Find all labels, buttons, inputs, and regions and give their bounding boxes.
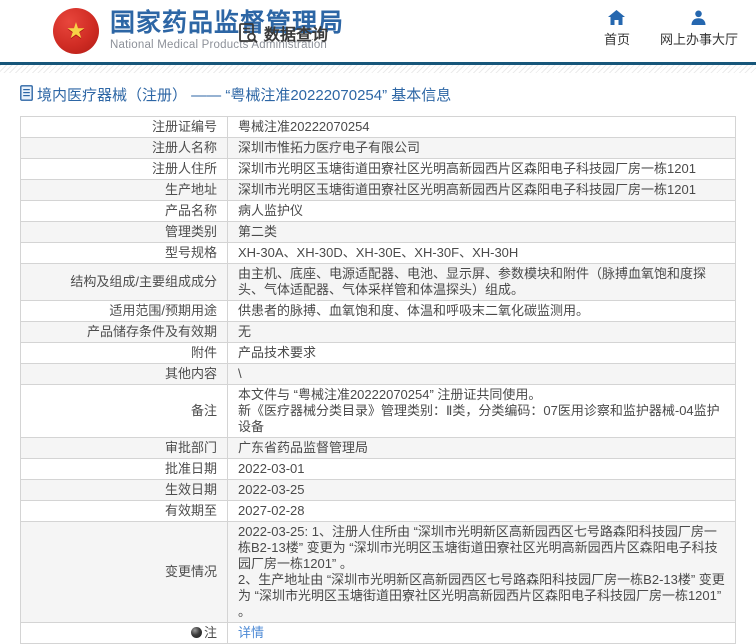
nav-online-hall-label: 网上办事大厅: [659, 32, 738, 47]
field-value: 产品技术要求: [227, 342, 736, 364]
breadcrumb-text: 境内医疗器械（注册） —— “粤械注准20222070254” 基本信息: [37, 87, 452, 104]
table-row: 生产地址 深圳市光明区玉塘街道田寮社区光明高新园西片区森阳电子科技园厂房一栋120…: [20, 179, 736, 201]
field-value: 无: [227, 321, 736, 343]
top-nav: 首页 网上办事大厅: [604, 10, 738, 48]
field-value: 2022-03-25: 1、注册人住所由 “深圳市光明新区高新园西区七号路森阳科…: [227, 521, 736, 623]
table-row: 产品名称 病人监护仪: [20, 200, 736, 222]
field-value: XH-30A、XH-30D、XH-30E、XH-30F、XH-30H: [227, 242, 736, 264]
emblem-star-icon: ★: [66, 18, 86, 43]
field-label: 适用范围/预期用途: [20, 300, 228, 322]
table-row: 变更情况 2022-03-25: 1、注册人住所由 “深圳市光明新区高新园西区七号…: [20, 521, 736, 623]
field-value: 供患者的脉搏、血氧饱和度、体温和呼吸末二氧化碳监测用。: [227, 300, 736, 322]
table-row: 其他内容 \: [20, 363, 736, 385]
table-row: 型号规格 XH-30A、XH-30D、XH-30E、XH-30F、XH-30H: [20, 242, 736, 264]
field-label: 其他内容: [20, 363, 228, 385]
table-row: 批准日期 2022-03-01: [20, 458, 736, 480]
note-label-text: 注: [203, 625, 217, 640]
field-label: 附件: [20, 342, 228, 364]
table-row: 有效期至 2027-02-28: [20, 500, 736, 522]
field-value: 2022-03-25: [227, 479, 736, 501]
field-value: 深圳市光明区玉塘街道田寮社区光明高新园西片区森阳电子科技园厂房一栋1201: [227, 158, 736, 180]
table-row: 结构及组成/主要组成成分 由主机、底座、电源适配器、电池、显示屏、参数模块和附件（…: [20, 263, 736, 301]
table-row: 产品储存条件及有效期无: [20, 321, 736, 343]
note-label: 注: [20, 622, 228, 644]
field-label: 注册证编号: [20, 116, 228, 138]
nav-home-label: 首页: [603, 32, 630, 47]
data-query-label: 数据查询: [264, 27, 329, 44]
field-value: 2027-02-28: [227, 500, 736, 522]
field-label: 生产地址: [20, 179, 228, 201]
field-value: 深圳市惟拓力医疗电子有限公司: [227, 137, 736, 159]
field-value: 粤械注准20222070254: [227, 116, 736, 138]
person-icon: [691, 10, 706, 25]
table-row: 生效日期 2022-03-25: [20, 479, 736, 501]
field-label: 有效期至: [20, 500, 228, 522]
field-value: 深圳市光明区玉塘街道田寮社区光明高新园西片区森阳电子科技园厂房一栋1201: [227, 179, 736, 201]
field-label: 型号规格: [20, 242, 228, 264]
field-value: 由主机、底座、电源适配器、电池、显示屏、参数模块和附件（脉搏血氧饱和度探头、气体…: [227, 263, 736, 301]
field-label: 备注: [20, 384, 228, 438]
data-query-button[interactable]: 数据查询: [237, 21, 328, 45]
field-label: 管理类别: [20, 221, 228, 243]
field-label: 生效日期: [20, 479, 228, 501]
table-row: 注册人住所 深圳市光明区玉塘街道田寮社区光明高新园西片区森阳电子科技园厂房一栋12…: [20, 158, 736, 180]
field-label: 注册人名称: [20, 137, 228, 159]
table-row: 适用范围/预期用途 供患者的脉搏、血氧饱和度、体温和呼吸末二氧化碳监测用。: [20, 300, 736, 322]
registration-info-table: 注册证编号 粤械注准20222070254 注册人名称 深圳市惟拓力医疗电子有限公司注…: [20, 116, 736, 644]
site-header: ★ 国家药品监督管理局 National Medical Products Ad…: [0, 0, 756, 62]
table-row: 审批部门 广东省药品监督管理局: [20, 437, 736, 459]
field-value: 广东省药品监督管理局: [227, 437, 736, 459]
field-label: 产品名称: [20, 200, 228, 222]
field-label: 审批部门: [20, 437, 228, 459]
home-icon: [608, 10, 626, 25]
table-row: 注册证编号 粤械注准20222070254: [20, 116, 736, 138]
breadcrumb: 境内医疗器械（注册） —— “粤械注准20222070254” 基本信息: [20, 85, 736, 107]
document-search-icon: [237, 22, 259, 44]
table-row: 备注 本文件与 “粤械注准20222070254” 注册证共同使用。 新《医疗器械…: [20, 384, 736, 438]
table-row: 管理类别 第二类: [20, 221, 736, 243]
nav-online-hall[interactable]: 网上办事大厅: [660, 10, 738, 48]
note-circle-icon: [190, 627, 202, 638]
field-label: 结构及组成/主要组成成分: [20, 263, 228, 301]
nav-home[interactable]: 首页: [604, 10, 630, 48]
note-value-cell: 详情: [227, 622, 736, 644]
table-row: 附件 产品技术要求: [20, 342, 736, 364]
note-row: 注 详情: [20, 622, 736, 644]
info-table-body: 注册证编号 粤械注准20222070254 注册人名称 深圳市惟拓力医疗电子有限公司注…: [20, 116, 736, 644]
field-label: 产品储存条件及有效期: [20, 321, 228, 343]
field-value: 本文件与 “粤械注准20222070254” 注册证共同使用。 新《医疗器械分类…: [227, 384, 736, 438]
field-value: 第二类: [227, 221, 736, 243]
national-emblem-icon: ★: [53, 8, 99, 54]
field-label: 批准日期: [20, 458, 228, 480]
table-row: 注册人名称 深圳市惟拓力医疗电子有限公司: [20, 137, 736, 159]
detail-link[interactable]: 详情: [238, 625, 264, 640]
field-value: 病人监护仪: [227, 200, 736, 222]
header-stripe-band: [0, 65, 756, 73]
field-label: 注册人住所: [20, 158, 228, 180]
field-label: 变更情况: [20, 521, 228, 623]
field-value: \: [227, 363, 736, 385]
field-value: 2022-03-01: [227, 458, 736, 480]
document-icon: [20, 85, 33, 107]
